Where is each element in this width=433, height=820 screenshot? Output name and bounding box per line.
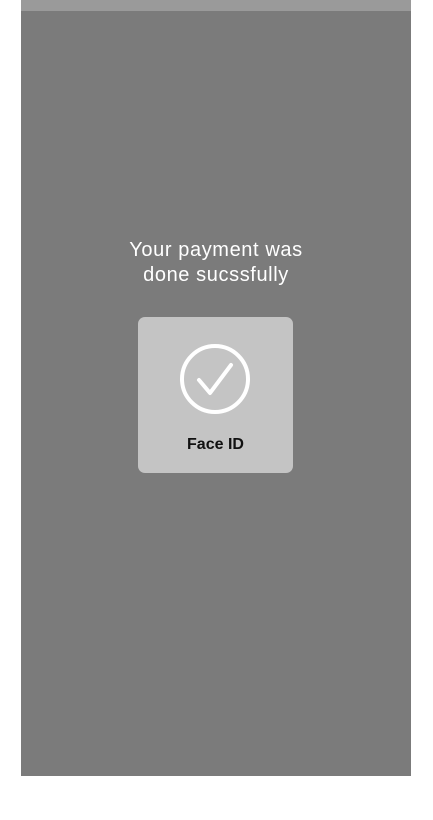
status-bar — [21, 0, 411, 11]
face-id-card: Face ID — [138, 317, 293, 473]
payment-success-screen: Your payment was done sucssfully Face ID — [21, 0, 411, 776]
payment-success-message: Your payment was done sucssfully — [21, 238, 411, 288]
message-line-2: done sucssfully — [143, 264, 289, 286]
face-id-label: Face ID — [187, 436, 244, 453]
message-line-1: Your payment was — [129, 239, 303, 261]
checkmark-circle-icon — [180, 344, 250, 414]
